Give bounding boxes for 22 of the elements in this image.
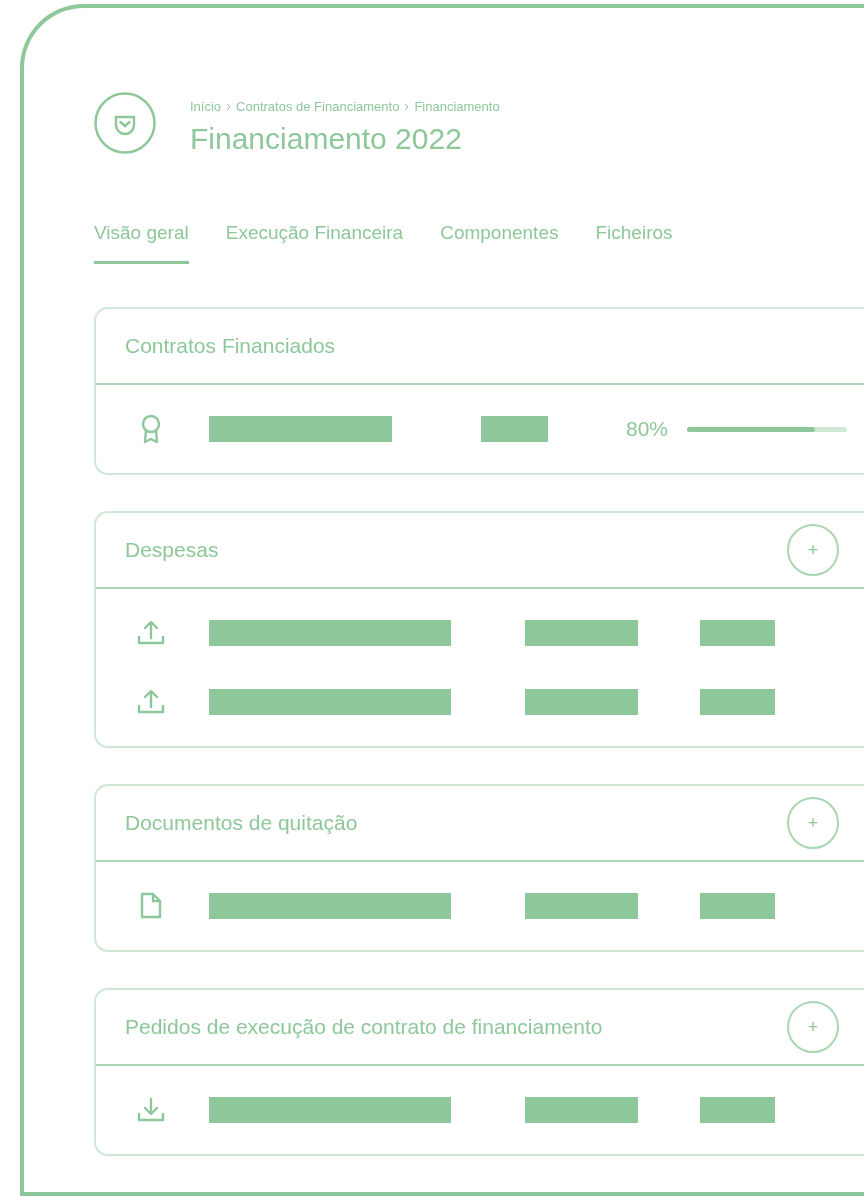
tab[interactable]: Componentes bbox=[440, 218, 559, 264]
add-button[interactable]: + bbox=[787, 797, 839, 849]
tab[interactable]: Ficheiros bbox=[595, 218, 673, 264]
section-title: Pedidos de execução de contrato de financiamento bbox=[125, 1014, 603, 1041]
section-title: Documentos de quitação bbox=[125, 810, 358, 837]
breadcrumb-link[interactable]: Contratos de Financiamento bbox=[236, 97, 400, 117]
breadcrumb-link[interactable]: Início bbox=[190, 97, 222, 117]
section-title: Despesas bbox=[125, 537, 219, 564]
chevron-right-icon bbox=[226, 102, 232, 111]
progress-reading: 80% bbox=[626, 416, 669, 443]
add-button[interactable]: + bbox=[787, 1001, 839, 1053]
document-icon bbox=[138, 891, 164, 921]
add-button[interactable]: + bbox=[787, 524, 839, 576]
section-title: Contratos Financiados bbox=[125, 333, 336, 360]
award-icon bbox=[140, 414, 162, 444]
placeholder-bar bbox=[481, 416, 548, 442]
tab[interactable]: Execução Financeira bbox=[225, 218, 404, 264]
tab[interactable]: Visão geral bbox=[94, 218, 189, 264]
page-title: Financiamento 2022 bbox=[190, 120, 463, 157]
pocket-logo-icon bbox=[94, 92, 156, 154]
breadcrumb-link[interactable]: Financiamento bbox=[414, 97, 500, 117]
chevron-right-icon bbox=[404, 102, 410, 111]
